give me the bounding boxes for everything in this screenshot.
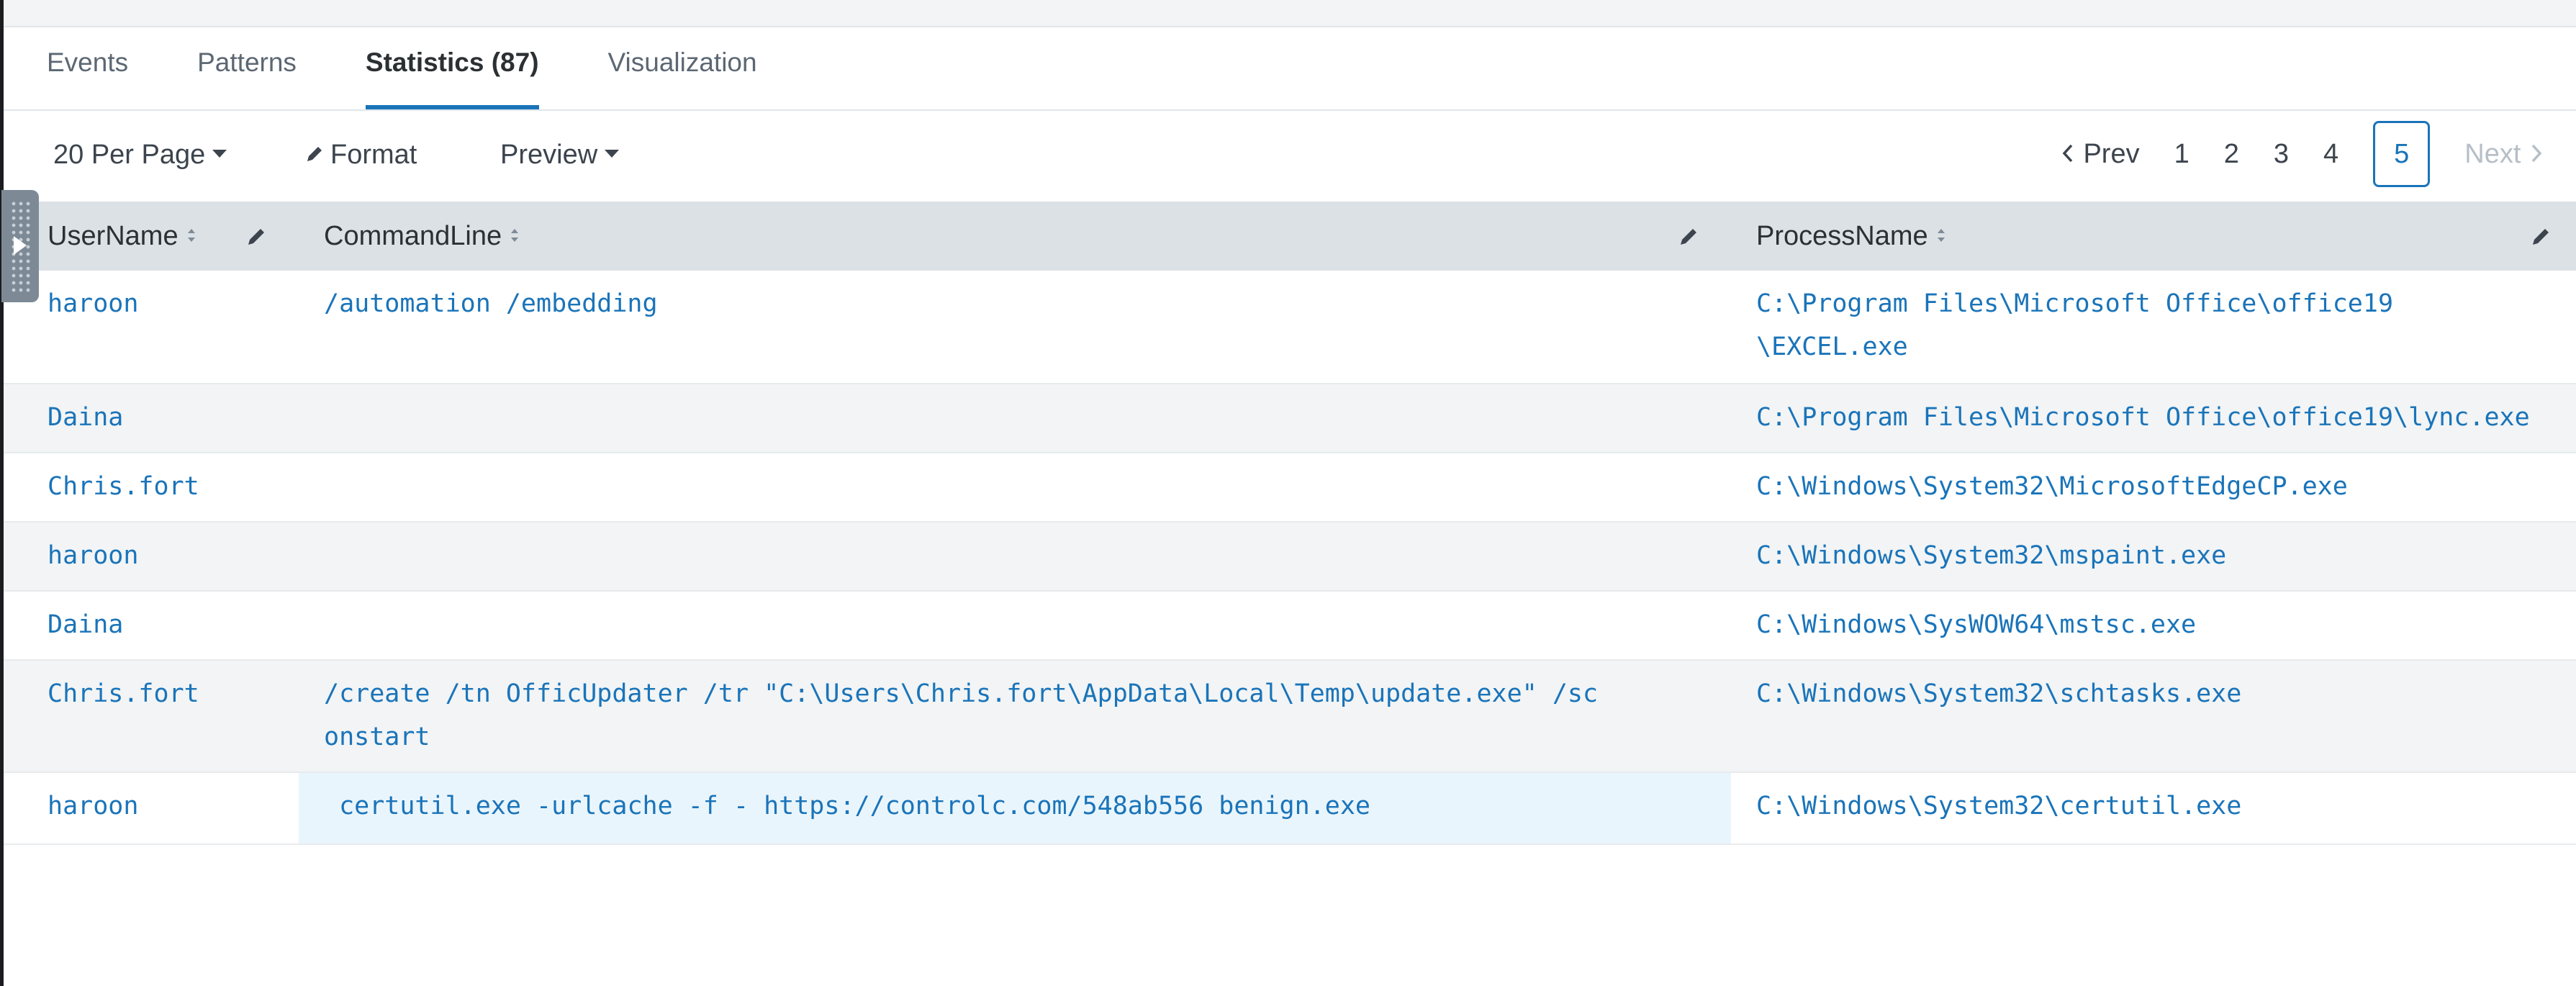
processname-cell[interactable]: C:\Windows\SysWOW64\mstsc.exe — [1756, 592, 2570, 646]
preview-label: Preview — [500, 140, 598, 170]
page-5-button[interactable]: 5 — [2373, 121, 2431, 187]
username-cell[interactable]: haroon — [48, 271, 292, 325]
commandline-cell[interactable]: /automation /embedding — [324, 271, 1619, 325]
preview-dropdown[interactable]: Preview — [500, 140, 620, 171]
username-cell[interactable]: Chris.fort — [48, 453, 292, 508]
column-header-processname[interactable]: ProcessName — [1756, 202, 1947, 271]
username-cell[interactable]: haroon — [48, 523, 292, 577]
tab-visualization[interactable]: Visualization — [608, 48, 757, 109]
sort-icon — [1937, 228, 1945, 242]
tab-events[interactable]: Events — [47, 48, 128, 109]
commandline-cell[interactable] — [324, 453, 1619, 465]
format-label: Format — [330, 140, 417, 170]
table-header: UserName CommandLine ProcessName — [4, 202, 2576, 271]
caret-down-icon — [212, 150, 227, 158]
commandline-cell[interactable]: /create /tn OfficUpdater /tr "C:\Users\C… — [324, 661, 1619, 759]
column-label: ProcessName — [1756, 221, 1928, 251]
statistics-table: UserName CommandLine ProcessName haroon … — [4, 202, 2576, 845]
commandline-cell[interactable] — [324, 523, 1619, 534]
next-page-button[interactable]: Next — [2447, 121, 2562, 187]
format-button[interactable]: Format — [304, 140, 417, 171]
pencil-icon — [307, 146, 322, 161]
processname-cell[interactable]: C:\Windows\System32\schtasks.exe — [1756, 661, 2570, 715]
processname-cell[interactable]: C:\Program Files\Microsoft Office\office… — [1756, 384, 2570, 439]
page-2-button[interactable]: 2 — [2207, 121, 2256, 187]
tab-patterns[interactable]: Patterns — [197, 48, 297, 109]
processname-cell[interactable]: C:\Windows\System32\certutil.exe — [1756, 773, 2570, 828]
table-row: Chris.fort /create /tn OfficUpdater /tr … — [4, 661, 2576, 773]
prev-label: Prev — [2083, 139, 2140, 169]
processname-cell[interactable]: C:\Program Files\Microsoft Office\office… — [1756, 271, 2570, 368]
table-row: haroon /automation /embedding C:\Program… — [4, 271, 2576, 384]
edit-column-icon[interactable] — [1678, 225, 1701, 248]
username-cell[interactable]: haroon — [48, 773, 292, 828]
chevron-right-icon — [2531, 144, 2542, 163]
sidebar-expand-handle[interactable] — [1, 190, 39, 302]
commandline-cell[interactable] — [324, 592, 1619, 603]
pagination: Prev 1 2 3 4 5 Next — [2043, 119, 2562, 189]
per-page-dropdown[interactable]: 20 Per Page — [53, 140, 227, 171]
page-4-button[interactable]: 4 — [2306, 121, 2356, 187]
next-label: Next — [2464, 139, 2521, 169]
edit-column-icon[interactable] — [2530, 225, 2553, 248]
table-row: haroon C:\Windows\System32\mspaint.exe — [4, 523, 2576, 592]
chevron-left-icon — [2062, 144, 2073, 163]
expand-arrow-icon — [14, 236, 27, 255]
username-cell[interactable]: Chris.fort — [48, 661, 292, 715]
results-tabs: Events Patterns Statistics (87) Visualiz… — [4, 27, 2576, 111]
per-page-label: 20 Per Page — [53, 140, 206, 170]
page-3-button[interactable]: 3 — [2256, 121, 2306, 187]
tab-statistics[interactable]: Statistics (87) — [365, 48, 539, 109]
commandline-cell[interactable] — [324, 384, 1619, 396]
caret-down-icon — [605, 150, 620, 158]
commandline-cell[interactable]: certutil.exe -urlcache -f - https://cont… — [324, 773, 1619, 828]
column-label: CommandLine — [324, 221, 502, 251]
top-bar — [4, 0, 2576, 27]
table-row: Chris.fort C:\Windows\System32\Microsoft… — [4, 453, 2576, 523]
processname-cell[interactable]: C:\Windows\System32\MicrosoftEdgeCP.exe — [1756, 453, 2570, 508]
column-label: UserName — [48, 221, 178, 251]
prev-page-button[interactable]: Prev — [2043, 121, 2157, 187]
sort-icon — [187, 228, 195, 242]
table-row: Daina C:\Windows\SysWOW64\mstsc.exe — [4, 592, 2576, 661]
table-row: haroon certutil.exe -urlcache -f - https… — [4, 773, 2576, 845]
edit-column-icon[interactable] — [245, 225, 268, 248]
results-toolbar: 20 Per Page Format Preview Prev 1 2 3 4 … — [4, 111, 2576, 202]
username-cell[interactable]: Daina — [48, 592, 292, 646]
table-row: Daina C:\Program Files\Microsoft Office\… — [4, 384, 2576, 453]
column-header-username[interactable]: UserName — [48, 202, 197, 271]
sort-icon — [511, 228, 519, 242]
column-header-commandline[interactable]: CommandLine — [324, 202, 520, 271]
username-cell[interactable]: Daina — [48, 384, 292, 439]
processname-cell[interactable]: C:\Windows\System32\mspaint.exe — [1756, 523, 2570, 577]
page-1-button[interactable]: 1 — [2157, 121, 2207, 187]
